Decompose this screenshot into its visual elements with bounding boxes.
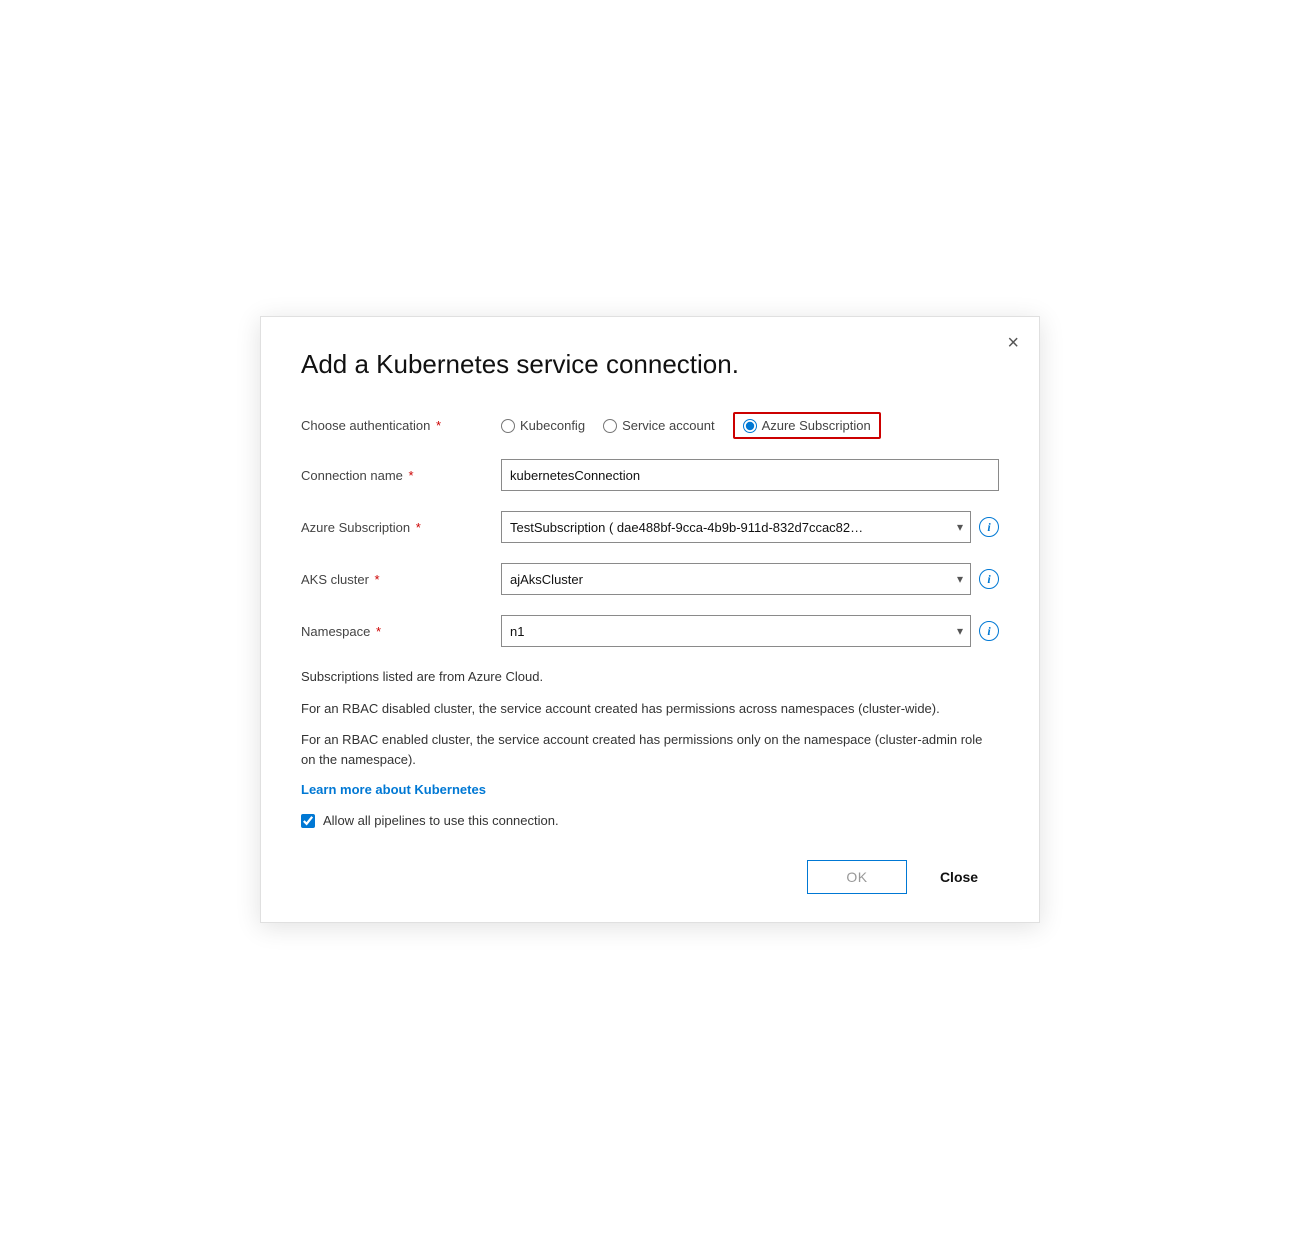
azure-subscription-row: Azure Subscription * TestSubscription ( … (301, 511, 999, 543)
info-text-1: Subscriptions listed are from Azure Clou… (301, 667, 999, 687)
namespace-select-wrapper: n1 ▾ (501, 615, 971, 647)
aks-cluster-label: AKS cluster * (301, 572, 501, 587)
info-text-2: For an RBAC disabled cluster, the servic… (301, 699, 999, 719)
radio-label-azure: Azure Subscription (762, 418, 871, 433)
azure-subscription-label: Azure Subscription * (301, 520, 501, 535)
close-button[interactable]: Close (919, 860, 999, 894)
close-icon[interactable]: × (1007, 333, 1019, 353)
namespace-label: Namespace * (301, 624, 501, 639)
azure-subscription-select[interactable]: TestSubscription ( dae488bf-9cca-4b9b-91… (501, 511, 971, 543)
namespace-row: Namespace * n1 ▾ i (301, 615, 999, 647)
connection-name-control (501, 459, 999, 491)
required-star: * (432, 418, 441, 433)
required-star-3: * (412, 520, 421, 535)
pipeline-checkbox-row: Allow all pipelines to use this connecti… (301, 813, 999, 828)
learn-more-link[interactable]: Learn more about Kubernetes (301, 782, 486, 797)
info-text-3: For an RBAC enabled cluster, the service… (301, 730, 999, 769)
required-star-4: * (371, 572, 380, 587)
radio-label-serviceaccount: Service account (622, 418, 715, 433)
radio-azure[interactable]: Azure Subscription (733, 412, 881, 439)
connection-name-label: Connection name * (301, 468, 501, 483)
azure-subscription-select-wrapper: TestSubscription ( dae488bf-9cca-4b9b-91… (501, 511, 971, 543)
radio-input-kubeconfig[interactable] (501, 419, 515, 433)
dialog-container: × Add a Kubernetes service connection. C… (260, 316, 1040, 923)
required-star-2: * (405, 468, 414, 483)
aks-cluster-info-icon[interactable]: i (979, 569, 999, 589)
dialog-title: Add a Kubernetes service connection. (301, 349, 999, 380)
radio-input-serviceaccount[interactable] (603, 419, 617, 433)
authentication-row: Choose authentication * Kubeconfig Servi… (301, 412, 999, 439)
radio-group: Kubeconfig Service account Azure Subscri… (501, 412, 881, 439)
authentication-options: Kubeconfig Service account Azure Subscri… (501, 412, 999, 439)
namespace-control: n1 ▾ i (501, 615, 999, 647)
pipeline-checkbox[interactable] (301, 814, 315, 828)
aks-cluster-row: AKS cluster * ajAksCluster ▾ i (301, 563, 999, 595)
pipeline-checkbox-label: Allow all pipelines to use this connecti… (323, 813, 559, 828)
connection-name-row: Connection name * (301, 459, 999, 491)
button-row: OK Close (301, 848, 999, 894)
connection-name-input[interactable] (501, 459, 999, 491)
azure-subscription-info-icon[interactable]: i (979, 517, 999, 537)
authentication-label: Choose authentication * (301, 418, 501, 433)
aks-cluster-control: ajAksCluster ▾ i (501, 563, 999, 595)
radio-kubeconfig[interactable]: Kubeconfig (501, 418, 585, 433)
aks-cluster-select-wrapper: ajAksCluster ▾ (501, 563, 971, 595)
radio-label-kubeconfig: Kubeconfig (520, 418, 585, 433)
namespace-info-icon[interactable]: i (979, 621, 999, 641)
radio-input-azure[interactable] (743, 419, 757, 433)
info-section: Subscriptions listed are from Azure Clou… (301, 667, 999, 797)
aks-cluster-select[interactable]: ajAksCluster (501, 563, 971, 595)
radio-serviceaccount[interactable]: Service account (603, 418, 715, 433)
namespace-select[interactable]: n1 (501, 615, 971, 647)
required-star-5: * (372, 624, 381, 639)
azure-subscription-control: TestSubscription ( dae488bf-9cca-4b9b-91… (501, 511, 999, 543)
ok-button[interactable]: OK (807, 860, 907, 894)
